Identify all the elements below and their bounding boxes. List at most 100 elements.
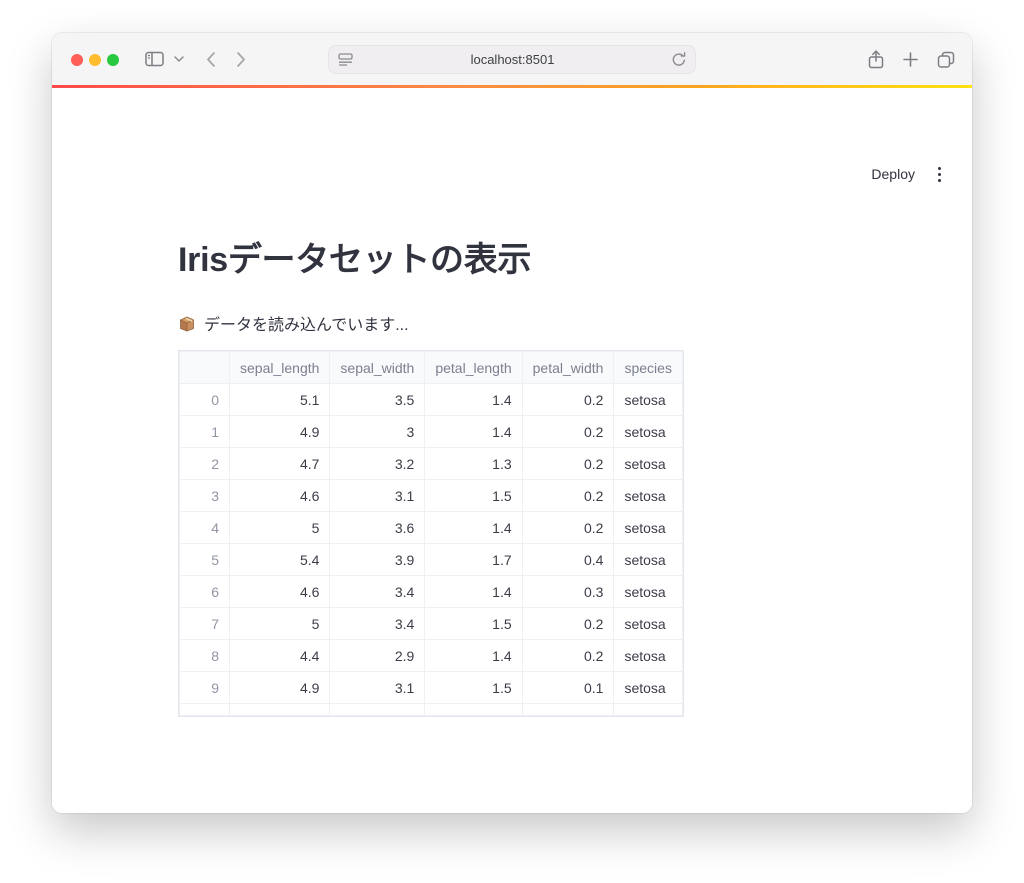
- data-cell[interactable]: setosa: [613, 639, 683, 672]
- tab-overview-button[interactable]: [935, 33, 957, 85]
- chevron-down-icon: [174, 56, 184, 62]
- plus-icon: [902, 51, 918, 67]
- data-cell[interactable]: 4.6: [228, 575, 331, 608]
- reader-options-icon: [338, 53, 353, 66]
- data-cell[interactable]: 5.4: [228, 543, 331, 576]
- kebab-dot: [938, 172, 941, 176]
- data-cell[interactable]: 0.2: [521, 639, 615, 672]
- data-cell[interactable]: 1.5: [424, 671, 523, 704]
- data-cell[interactable]: 1.4: [424, 415, 523, 448]
- empty-cell: [424, 703, 523, 716]
- data-cell[interactable]: 5: [228, 511, 331, 544]
- table-row: 1 4.9 3 1.4 0.2 setosa: [179, 415, 683, 448]
- iris-table: sepal_length sepal_width petal_length petal…: [179, 351, 683, 716]
- data-cell[interactable]: setosa: [613, 607, 683, 640]
- row-index-cell[interactable]: 3: [179, 479, 230, 512]
- data-cell[interactable]: 1.3: [424, 447, 523, 480]
- data-cell[interactable]: 0.2: [521, 383, 615, 416]
- index-column-header[interactable]: [179, 351, 230, 384]
- row-index-cell[interactable]: 1: [179, 415, 230, 448]
- data-cell[interactable]: 1.4: [424, 639, 523, 672]
- data-cell[interactable]: 3.9: [329, 543, 426, 576]
- reload-icon[interactable]: [672, 52, 686, 67]
- address-bar[interactable]: localhost:8501: [328, 45, 696, 74]
- data-cell[interactable]: 1.7: [424, 543, 523, 576]
- zoom-window-button[interactable]: [107, 54, 119, 66]
- streamlit-app: Deploy Irisデータセットの表示 データを読み込んでいます... sep…: [52, 88, 972, 813]
- data-cell[interactable]: 5.1: [228, 383, 331, 416]
- data-cell[interactable]: 3.1: [329, 479, 426, 512]
- data-cell[interactable]: 1.4: [424, 511, 523, 544]
- close-window-button[interactable]: [71, 54, 83, 66]
- table-row: 0 5.1 3.5 1.4 0.2 setosa: [179, 383, 683, 416]
- data-cell[interactable]: 0.1: [521, 671, 615, 704]
- data-cell[interactable]: 0.2: [521, 479, 615, 512]
- data-cell[interactable]: 4.7: [228, 447, 331, 480]
- back-button[interactable]: [202, 33, 218, 85]
- column-header-petal_width[interactable]: petal_width: [521, 351, 615, 384]
- table-row: 8 4.4 2.9 1.4 0.2 setosa: [179, 639, 683, 672]
- sidebar-toggle-button[interactable]: [142, 33, 166, 85]
- data-cell[interactable]: setosa: [613, 383, 683, 416]
- data-cell[interactable]: 3.2: [329, 447, 426, 480]
- row-index-cell[interactable]: 2: [179, 447, 230, 480]
- data-cell[interactable]: 0.2: [521, 607, 615, 640]
- data-cell[interactable]: 0.2: [521, 447, 615, 480]
- data-cell[interactable]: 1.5: [424, 479, 523, 512]
- url-text[interactable]: localhost:8501: [353, 52, 672, 67]
- empty-cell: [613, 703, 683, 716]
- data-cell[interactable]: 5: [228, 607, 331, 640]
- row-index-cell[interactable]: 9: [179, 671, 230, 704]
- data-cell[interactable]: 3.4: [329, 575, 426, 608]
- chevron-left-icon: [206, 51, 215, 67]
- data-cell[interactable]: 0.3: [521, 575, 615, 608]
- forward-button[interactable]: [233, 33, 249, 85]
- empty-cell: [521, 703, 615, 716]
- loading-status: データを読み込んでいます...: [178, 311, 409, 335]
- column-header-species[interactable]: species: [613, 351, 683, 384]
- data-cell[interactable]: setosa: [613, 671, 683, 704]
- column-header-petal_length[interactable]: petal_length: [424, 351, 523, 384]
- data-cell[interactable]: setosa: [613, 575, 683, 608]
- data-cell[interactable]: 3: [329, 415, 426, 448]
- data-cell[interactable]: 1.4: [424, 383, 523, 416]
- data-cell[interactable]: 1.5: [424, 607, 523, 640]
- table-row: 4 5 3.6 1.4 0.2 setosa: [179, 511, 683, 544]
- sidebar-menu-chevron[interactable]: [172, 33, 186, 85]
- share-button[interactable]: [866, 33, 886, 85]
- row-index-cell[interactable]: 7: [179, 607, 230, 640]
- data-cell[interactable]: 4.9: [228, 415, 331, 448]
- row-index-cell[interactable]: 6: [179, 575, 230, 608]
- data-cell[interactable]: 4.9: [228, 671, 331, 704]
- data-cell[interactable]: 0.2: [521, 415, 615, 448]
- minimize-window-button[interactable]: [89, 54, 101, 66]
- data-cell[interactable]: 4.6: [228, 479, 331, 512]
- data-cell[interactable]: 3.4: [329, 607, 426, 640]
- data-cell[interactable]: 1.4: [424, 575, 523, 608]
- data-cell[interactable]: setosa: [613, 543, 683, 576]
- deploy-button[interactable]: Deploy: [871, 166, 915, 182]
- data-cell[interactable]: setosa: [613, 511, 683, 544]
- data-cell[interactable]: 4.4: [228, 639, 331, 672]
- data-cell[interactable]: 3.1: [329, 671, 426, 704]
- main-menu-button[interactable]: [933, 164, 946, 185]
- tabs-icon: [937, 51, 955, 68]
- table-row: 6 4.6 3.4 1.4 0.3 setosa: [179, 575, 683, 608]
- row-index-cell[interactable]: 4: [179, 511, 230, 544]
- data-cell[interactable]: 3.5: [329, 383, 426, 416]
- column-header-sepal_length[interactable]: sepal_length: [228, 351, 331, 384]
- data-cell[interactable]: 3.6: [329, 511, 426, 544]
- data-cell[interactable]: setosa: [613, 447, 683, 480]
- new-tab-button[interactable]: [900, 33, 920, 85]
- column-header-sepal_width[interactable]: sepal_width: [329, 351, 426, 384]
- row-index-cell[interactable]: 8: [179, 639, 230, 672]
- share-icon: [868, 49, 884, 68]
- data-cell[interactable]: 0.2: [521, 511, 615, 544]
- dataframe: sepal_length sepal_width petal_length petal…: [178, 350, 684, 717]
- data-cell[interactable]: setosa: [613, 415, 683, 448]
- data-cell[interactable]: setosa: [613, 479, 683, 512]
- row-index-cell[interactable]: 5: [179, 543, 230, 576]
- data-cell[interactable]: 2.9: [329, 639, 426, 672]
- row-index-cell[interactable]: 0: [179, 383, 230, 416]
- data-cell[interactable]: 0.4: [521, 543, 615, 576]
